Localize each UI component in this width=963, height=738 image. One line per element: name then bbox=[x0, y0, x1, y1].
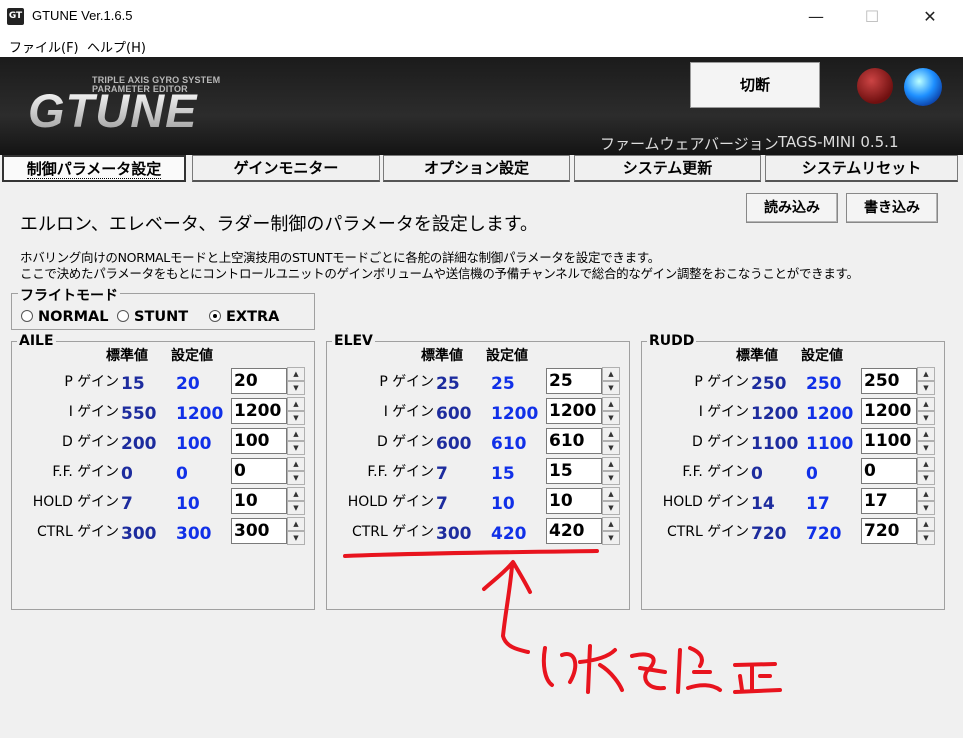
annotation-layer bbox=[343, 549, 782, 694]
annotation-underline bbox=[343, 549, 599, 558]
annotation-handwriting-icon bbox=[541, 644, 782, 694]
annotation-drawing bbox=[343, 549, 782, 694]
annotation-arrow-icon bbox=[482, 560, 532, 654]
